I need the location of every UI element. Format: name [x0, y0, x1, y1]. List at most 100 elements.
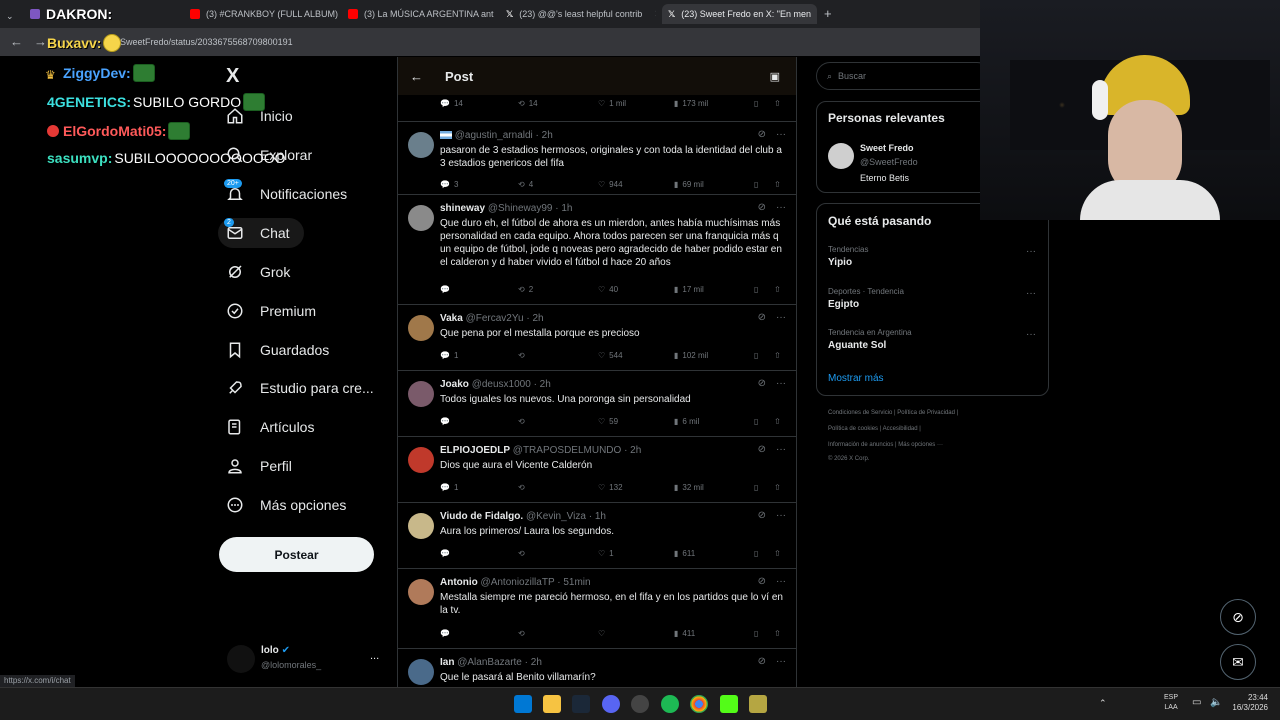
- trend-item[interactable]: Tendencia en Argentina Aguante Sol: [828, 328, 912, 351]
- repost-action[interactable]: ⟲: [518, 629, 529, 638]
- reader-icon[interactable]: ▣: [770, 70, 780, 83]
- footer-links[interactable]: Política de cookies | Accesibilidad |: [828, 426, 921, 432]
- back-arrow-icon[interactable]: ←: [10, 34, 23, 49]
- more-icon[interactable]: ···: [776, 202, 786, 213]
- share-icon[interactable]: ⇧: [774, 483, 781, 492]
- grok-floating-button[interactable]: ⊘: [1220, 599, 1256, 635]
- repost-action[interactable]: ⟲ 2: [518, 285, 533, 294]
- reply-item[interactable]: Ian @AlanBazarte · 2h ⊘ ··· Que le pasará…: [398, 649, 796, 687]
- tray-chevron-icon[interactable]: ⌃: [1099, 698, 1107, 709]
- more-icon[interactable]: ···: [776, 576, 786, 587]
- share-icon[interactable]: ⇧: [774, 351, 781, 360]
- avatar[interactable]: [408, 447, 434, 473]
- views-action[interactable]: ▮ 411: [674, 629, 695, 638]
- bookmark-icon[interactable]: ▯: [754, 180, 758, 189]
- avatar[interactable]: [408, 205, 434, 231]
- grok-icon[interactable]: ⊘: [758, 202, 766, 213]
- sidebar-item-notificaciones[interactable]: 20+ Notificaciones: [224, 179, 347, 207]
- more-icon[interactable]: ···: [776, 656, 786, 667]
- repost-action[interactable]: ⟲ 14: [518, 99, 538, 108]
- avatar[interactable]: [408, 132, 434, 158]
- discord-icon[interactable]: [602, 695, 620, 713]
- tab-dakron[interactable]: DAKRON:: [30, 4, 180, 24]
- post-button[interactable]: Postear: [219, 537, 374, 572]
- bookmark-icon[interactable]: ▯: [754, 629, 758, 638]
- more-icon[interactable]: ···: [776, 444, 786, 455]
- like-action[interactable]: ♡ 40: [598, 285, 618, 294]
- avatar[interactable]: [408, 381, 434, 407]
- more-icon[interactable]: ···: [776, 312, 786, 323]
- like-action[interactable]: ♡ 544: [598, 351, 623, 360]
- sidebar-item-chat[interactable]: 2 Chat: [224, 218, 290, 246]
- reply-item[interactable]: @agustin_arnaldi · 2h ⊘ ··· pasaron de 3 …: [398, 121, 796, 195]
- tab-musica[interactable]: (3) La MÚSICA ARGENTINA ant✕: [348, 4, 498, 24]
- tab-sweet-fredo[interactable]: 𝕏 (23) Sweet Fredo en X: "En men✕: [662, 4, 817, 24]
- account-name[interactable]: lolo ✔: [261, 645, 290, 656]
- trend-item[interactable]: Tendencias Yipio: [828, 245, 868, 268]
- like-action[interactable]: ♡ 1: [598, 549, 614, 558]
- share-icon[interactable]: ⇧: [774, 180, 781, 189]
- steam-icon[interactable]: [572, 695, 590, 713]
- reply-action[interactable]: 💬 1: [440, 483, 458, 492]
- reply-item[interactable]: Antonio @AntoniozillaTP · 51min ⊘ ··· Mes…: [398, 569, 796, 649]
- show-more-link[interactable]: Mostrar más: [828, 373, 884, 384]
- bookmark-icon[interactable]: ▯: [754, 549, 758, 558]
- like-action[interactable]: ♡ 1 mil: [598, 99, 626, 108]
- avatar[interactable]: [408, 315, 434, 341]
- more-icon[interactable]: ···: [776, 510, 786, 521]
- grok-icon[interactable]: ⊘: [758, 576, 766, 587]
- views-action[interactable]: ▮ 69 mil: [674, 180, 704, 189]
- reply-action[interactable]: 💬: [440, 417, 454, 426]
- trend-item[interactable]: Deportes · Tendencia Egipto: [828, 287, 904, 310]
- reply-item[interactable]: Vaka @Fercav2Yu · 2h ⊘ ··· Que pena por e…: [398, 305, 796, 371]
- more-icon[interactable]: ···: [776, 129, 786, 140]
- bookmark-icon[interactable]: ▯: [754, 417, 758, 426]
- like-action[interactable]: ♡: [598, 629, 609, 638]
- like-action[interactable]: ♡ 59: [598, 417, 618, 426]
- url-field[interactable]: m/SweetFredo/status/2033675568709800191: [110, 33, 293, 51]
- views-action[interactable]: ▮ 611: [674, 549, 695, 558]
- views-action[interactable]: ▮ 173 mil: [674, 99, 708, 108]
- grok-icon[interactable]: ⊘: [758, 378, 766, 389]
- more-icon[interactable]: ···: [1026, 246, 1036, 257]
- bookmark-icon[interactable]: ▯: [754, 483, 758, 492]
- reply-item[interactable]: Viudo de Fidalgo. @Kevin_Viza · 1h ⊘ ··· …: [398, 503, 796, 569]
- bookmark-icon[interactable]: ▯: [754, 285, 758, 294]
- chrome-icon[interactable]: [690, 695, 708, 713]
- sidebar-item-guardados[interactable]: Guardados: [226, 337, 329, 363]
- reply-action[interactable]: 💬 3: [440, 180, 458, 189]
- reply-action[interactable]: 💬: [440, 629, 454, 638]
- grok-icon[interactable]: ⊘: [758, 510, 766, 521]
- avatar[interactable]: [408, 513, 434, 539]
- views-action[interactable]: ▮ 32 mil: [674, 483, 704, 492]
- views-action[interactable]: ▮ 102 mil: [674, 351, 708, 360]
- reply-item[interactable]: ELPIOJOEDLP @TRAPOSDELMUNDO · 2h ⊘ ··· Di…: [398, 437, 796, 503]
- reply-item[interactable]: Joako @deusx1000 · 2h ⊘ ··· Todos iguales…: [398, 371, 796, 437]
- sidebar-item-inicio[interactable]: Inicio: [226, 103, 293, 129]
- messages-floating-button[interactable]: ✉: [1220, 644, 1256, 680]
- views-action[interactable]: ▮ 6 mil: [674, 417, 699, 426]
- tab-crankboy[interactable]: (3) #CRANKBOY (FULL ALBUM)✕: [190, 4, 340, 24]
- grok-icon[interactable]: ⊘: [758, 656, 766, 667]
- back-arrow-icon[interactable]: ←: [410, 69, 423, 84]
- volume-icon[interactable]: 🔈: [1210, 697, 1222, 708]
- share-icon[interactable]: ⇧: [774, 285, 781, 294]
- close-icon[interactable]: ✕: [654, 9, 656, 20]
- repost-action[interactable]: ⟲: [518, 417, 529, 426]
- sidebar-item-articulos[interactable]: Artículos: [226, 414, 314, 440]
- more-icon[interactable]: ···: [776, 378, 786, 389]
- x-logo[interactable]: X: [226, 65, 239, 88]
- avatar[interactable]: [227, 645, 255, 673]
- repost-action[interactable]: ⟲: [518, 483, 529, 492]
- grok-icon[interactable]: ⊘: [758, 312, 766, 323]
- footer-links[interactable]: Información de anuncios | Más opciones ·…: [828, 442, 943, 448]
- avatar[interactable]: [828, 143, 854, 169]
- bookmark-icon[interactable]: ▯: [754, 99, 758, 108]
- reply-action[interactable]: 💬: [440, 549, 454, 558]
- app-icon[interactable]: [749, 695, 767, 713]
- reply-action[interactable]: 💬: [440, 285, 454, 294]
- sidebar-item-mas-opciones[interactable]: Más opciones: [226, 492, 346, 518]
- share-icon[interactable]: ⇧: [774, 549, 781, 558]
- network-icon[interactable]: ▭: [1192, 697, 1201, 708]
- clock[interactable]: 23:44 16/3/2026: [1228, 693, 1268, 713]
